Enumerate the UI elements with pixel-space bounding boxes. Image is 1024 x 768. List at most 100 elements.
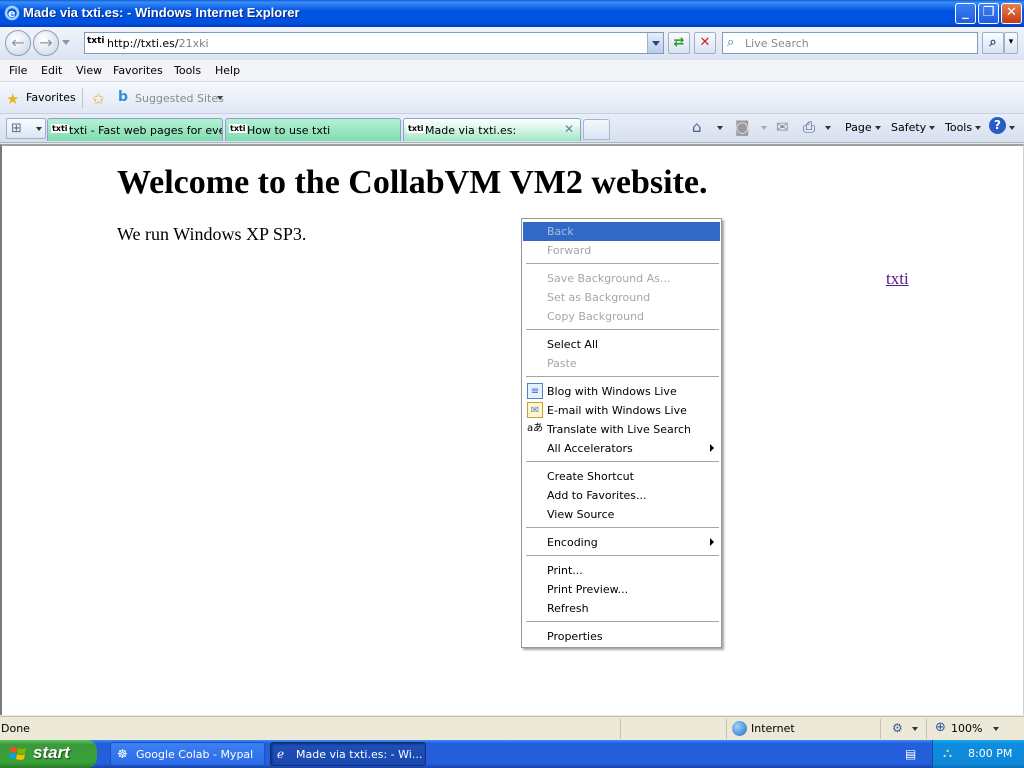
ctx-blog-label: Blog with Windows Live: [547, 385, 677, 398]
stop-icon: ✕: [699, 35, 711, 50]
txti-link[interactable]: txti: [886, 269, 909, 289]
ctx-copy-background[interactable]: Copy Background: [523, 307, 720, 326]
minimize-button[interactable]: _: [955, 3, 976, 24]
ctx-email-label: E-mail with Windows Live: [547, 404, 687, 417]
tab-label: How to use txti: [247, 124, 331, 137]
tab-list-dropdown[interactable]: [36, 127, 42, 131]
feeds-dropdown[interactable]: [758, 121, 767, 134]
print-dropdown[interactable]: [822, 121, 831, 134]
search-options-dropdown[interactable]: ▾: [1004, 32, 1018, 54]
ctx-create-shortcut[interactable]: Create Shortcut: [523, 467, 720, 486]
windows-logo-icon: [9, 747, 26, 760]
refresh-icon: ⇄: [673, 35, 685, 50]
quick-tabs-icon: ⊞: [11, 121, 22, 136]
menu-edit[interactable]: Edit: [41, 64, 62, 77]
ctx-accelerators-label: All Accelerators: [547, 442, 633, 455]
tab-how-to-use-txti[interactable]: txti How to use txti: [225, 118, 401, 141]
address-dropdown-button[interactable]: [647, 33, 663, 53]
ctx-email-windows-live[interactable]: ✉ E-mail with Windows Live: [523, 401, 720, 420]
ctx-separator: [526, 329, 719, 330]
system-tray: ⛬ 8:00 PM: [932, 740, 1024, 768]
txti-favicon-icon: txti: [407, 124, 425, 133]
ctx-refresh[interactable]: Refresh: [523, 599, 720, 618]
keyboard-icon[interactable]: ▤: [905, 747, 916, 761]
address-field[interactable]: txti http://txti.es/21xki: [84, 32, 664, 54]
menu-view[interactable]: View: [76, 64, 102, 77]
ctx-back[interactable]: Back: [523, 222, 720, 241]
suggested-sites-button[interactable]: Suggested Sites: [135, 92, 224, 105]
protected-mode-dropdown[interactable]: [912, 727, 918, 731]
add-to-favorites-bar-icon[interactable]: ✩: [92, 90, 105, 108]
ctx-print[interactable]: Print...: [523, 561, 720, 580]
zoom-icon: ⊕: [935, 720, 946, 735]
page-menu-button[interactable]: Page: [845, 121, 881, 134]
new-tab-button[interactable]: [583, 119, 610, 140]
taskbar-item-internet-explorer[interactable]: ℯ Made via txti.es: - Wi...: [270, 742, 426, 766]
menu-file[interactable]: File: [9, 64, 27, 77]
security-zone[interactable]: Internet: [751, 722, 795, 735]
address-url[interactable]: http://txti.es/21xki: [107, 37, 209, 50]
ctx-add-to-favorites[interactable]: Add to Favorites...: [523, 486, 720, 505]
ctx-properties[interactable]: Properties: [523, 627, 720, 646]
menu-tools[interactable]: Tools: [174, 64, 201, 77]
ctx-paste[interactable]: Paste: [523, 354, 720, 373]
home-dropdown[interactable]: [714, 121, 723, 134]
ctx-set-background[interactable]: Set as Background: [523, 288, 720, 307]
close-tab-icon[interactable]: ✕: [564, 122, 574, 136]
search-button[interactable]: ⌕: [982, 32, 1004, 54]
ctx-encoding[interactable]: Encoding: [523, 533, 720, 552]
internet-explorer-icon: ℯ: [277, 747, 285, 761]
tools-menu-button[interactable]: Tools: [945, 121, 982, 134]
taskbar-item-google-colab[interactable]: ☸ Google Colab - Mypal: [110, 742, 265, 766]
status-pane-divider: [726, 719, 727, 739]
clock[interactable]: 8:00 PM: [968, 747, 1012, 760]
feeds-icon[interactable]: ◙: [735, 118, 750, 136]
back-button[interactable]: ←: [5, 30, 31, 56]
ctx-select-all[interactable]: Select All: [523, 335, 720, 354]
page-content: Welcome to the CollabVM VM2 website. We …: [0, 144, 1024, 715]
menu-help[interactable]: Help: [215, 64, 240, 77]
refresh-button[interactable]: ⇄: [668, 32, 690, 54]
ctx-separator: [526, 555, 719, 556]
close-button[interactable]: ✕: [1001, 3, 1022, 24]
ctx-view-source[interactable]: View Source: [523, 505, 720, 524]
read-mail-icon[interactable]: ✉: [776, 118, 789, 136]
ctx-paste-label: Paste: [547, 357, 577, 370]
tab-made-via-txti[interactable]: txti Made via txti.es: ✕: [403, 118, 581, 141]
zoom-dropdown[interactable]: [993, 727, 999, 731]
search-input[interactable]: [745, 35, 975, 51]
ctx-separator: [526, 621, 719, 622]
suggested-sites-dropdown[interactable]: [217, 96, 223, 100]
tab-txti-fast-web-pages[interactable]: txti txti - Fast web pages for eve...: [47, 118, 223, 141]
ctx-print-preview[interactable]: Print Preview...: [523, 580, 720, 599]
network-icon[interactable]: ⛬: [943, 746, 952, 761]
ctx-blog-windows-live[interactable]: ≡ Blog with Windows Live: [523, 382, 720, 401]
live-search-icon: ⌕: [727, 35, 735, 50]
favorites-button[interactable]: Favorites: [26, 91, 76, 104]
forward-button[interactable]: →: [33, 30, 59, 56]
ctx-all-accelerators[interactable]: All Accelerators: [523, 439, 720, 458]
help-icon[interactable]: ?: [989, 117, 1006, 134]
zoom-level[interactable]: 100%: [951, 722, 982, 735]
home-icon[interactable]: ⌂: [692, 118, 702, 136]
ctx-translate-live-search[interactable]: aあ Translate with Live Search: [523, 420, 720, 439]
maximize-button[interactable]: ❐: [978, 3, 999, 24]
print-icon[interactable]: ⎙: [803, 118, 815, 136]
safety-menu-label: Safety: [891, 121, 927, 134]
help-dropdown[interactable]: [1006, 121, 1015, 134]
start-button[interactable]: start: [0, 740, 97, 768]
stop-button[interactable]: ✕: [694, 32, 716, 54]
ctx-translate-label: Translate with Live Search: [547, 423, 692, 436]
safety-menu-button[interactable]: Safety: [891, 121, 936, 134]
recent-pages-dropdown[interactable]: [62, 40, 70, 45]
status-bar: Done Internet ⚙ ⊕ 100%: [0, 716, 1024, 740]
context-menu: Back Forward Save Background As... Set a…: [521, 218, 722, 648]
ctx-forward[interactable]: Forward: [523, 241, 720, 260]
search-box[interactable]: ⌕: [722, 32, 978, 54]
quick-tabs-button[interactable]: ⊞: [6, 118, 46, 139]
ctx-add-favorites-label: Add to Favorites...: [547, 489, 647, 502]
menu-favorites[interactable]: Favorites: [113, 64, 163, 77]
protected-mode-icon[interactable]: ⚙: [892, 721, 903, 735]
txti-favicon-icon: txti: [229, 124, 247, 133]
ctx-save-background[interactable]: Save Background As...: [523, 269, 720, 288]
